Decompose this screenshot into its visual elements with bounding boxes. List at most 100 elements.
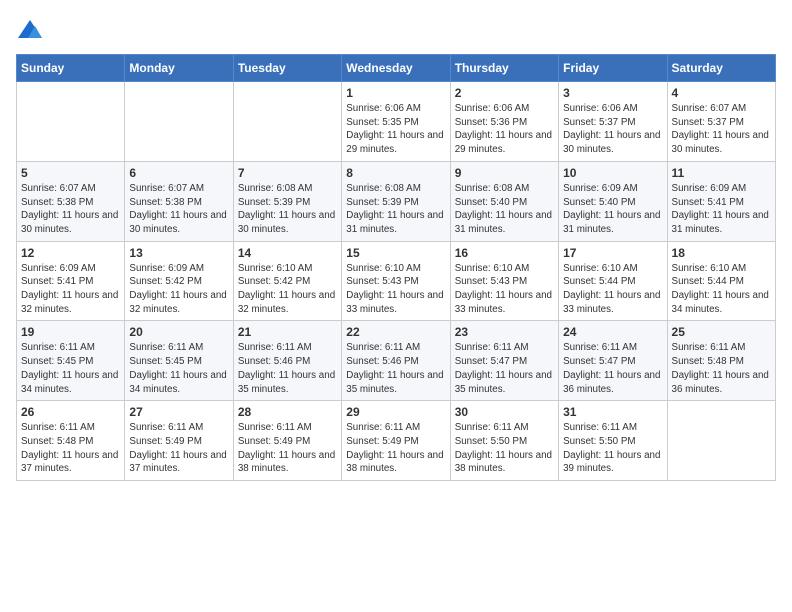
col-header-sunday: Sunday (17, 55, 125, 82)
col-header-thursday: Thursday (450, 55, 558, 82)
col-header-wednesday: Wednesday (342, 55, 450, 82)
calendar-cell (667, 401, 775, 481)
cell-info: Sunrise: 6:10 AMSunset: 5:43 PMDaylight:… (346, 262, 445, 317)
calendar-cell: 25 Sunrise: 6:11 AMSunset: 5:48 PMDayligh… (667, 321, 775, 401)
cell-info: Sunrise: 6:07 AMSunset: 5:37 PMDaylight:… (672, 102, 771, 157)
calendar-cell: 11 Sunrise: 6:09 AMSunset: 5:41 PMDayligh… (667, 161, 775, 241)
calendar-cell: 12Sunrise: 6:09 AMSunset: 5:41 PMDayligh… (17, 241, 125, 321)
day-number: 9 (455, 166, 554, 180)
page-header (16, 16, 776, 44)
cell-info: Sunrise: 6:09 AMSunset: 5:40 PMDaylight:… (563, 182, 662, 237)
col-header-friday: Friday (559, 55, 667, 82)
day-number: 22 (346, 325, 445, 339)
day-number: 13 (129, 246, 228, 260)
day-number: 18 (672, 246, 771, 260)
day-number: 14 (238, 246, 337, 260)
cell-info: Sunrise: 6:11 AMSunset: 5:47 PMDaylight:… (563, 341, 662, 396)
calendar-table: SundayMondayTuesdayWednesdayThursdayFrid… (16, 54, 776, 481)
logo (16, 16, 48, 44)
calendar-cell: 15 Sunrise: 6:10 AMSunset: 5:43 PMDayligh… (342, 241, 450, 321)
day-number: 24 (563, 325, 662, 339)
calendar-cell: 3Sunrise: 6:06 AMSunset: 5:37 PMDaylight… (559, 82, 667, 162)
calendar-week-2: 12Sunrise: 6:09 AMSunset: 5:41 PMDayligh… (17, 241, 776, 321)
calendar-cell: 9Sunrise: 6:08 AMSunset: 5:40 PMDaylight… (450, 161, 558, 241)
cell-info: Sunrise: 6:11 AMSunset: 5:50 PMDaylight:… (563, 421, 662, 476)
calendar-cell: 13 Sunrise: 6:09 AMSunset: 5:42 PMDayligh… (125, 241, 233, 321)
day-number: 25 (672, 325, 771, 339)
calendar-cell: 22 Sunrise: 6:11 AMSunset: 5:46 PMDayligh… (342, 321, 450, 401)
day-number: 26 (21, 405, 120, 419)
calendar-cell: 29Sunrise: 6:11 AMSunset: 5:49 PMDayligh… (342, 401, 450, 481)
cell-info: Sunrise: 6:08 AMSunset: 5:39 PMDaylight:… (346, 182, 445, 237)
calendar-cell: 27Sunrise: 6:11 AMSunset: 5:49 PMDayligh… (125, 401, 233, 481)
calendar-week-4: 26 Sunrise: 6:11 AMSunset: 5:48 PMDayligh… (17, 401, 776, 481)
day-number: 1 (346, 86, 445, 100)
calendar-cell: 23Sunrise: 6:11 AMSunset: 5:47 PMDayligh… (450, 321, 558, 401)
logo-icon (16, 16, 44, 44)
calendar-cell: 8 Sunrise: 6:08 AMSunset: 5:39 PMDaylight… (342, 161, 450, 241)
calendar-cell (233, 82, 341, 162)
calendar-cell: 7 Sunrise: 6:08 AMSunset: 5:39 PMDaylight… (233, 161, 341, 241)
calendar-week-3: 19Sunrise: 6:11 AMSunset: 5:45 PMDayligh… (17, 321, 776, 401)
day-number: 7 (238, 166, 337, 180)
cell-info: Sunrise: 6:07 AMSunset: 5:38 PMDaylight:… (129, 182, 228, 237)
day-number: 31 (563, 405, 662, 419)
day-number: 10 (563, 166, 662, 180)
calendar-cell: 20 Sunrise: 6:11 AMSunset: 5:45 PMDayligh… (125, 321, 233, 401)
calendar-cell: 24 Sunrise: 6:11 AMSunset: 5:47 PMDayligh… (559, 321, 667, 401)
cell-info: Sunrise: 6:10 AMSunset: 5:43 PMDaylight:… (455, 262, 554, 317)
cell-info: Sunrise: 6:10 AMSunset: 5:44 PMDaylight:… (672, 262, 771, 317)
day-number: 4 (672, 86, 771, 100)
cell-info: Sunrise: 6:10 AMSunset: 5:42 PMDaylight:… (238, 262, 337, 317)
col-header-monday: Monday (125, 55, 233, 82)
cell-info: Sunrise: 6:11 AMSunset: 5:45 PMDaylight:… (129, 341, 228, 396)
cell-info: Sunrise: 6:11 AMSunset: 5:46 PMDaylight:… (238, 341, 337, 396)
cell-info: Sunrise: 6:07 AMSunset: 5:38 PMDaylight:… (21, 182, 120, 237)
cell-info: Sunrise: 6:06 AMSunset: 5:37 PMDaylight:… (563, 102, 662, 157)
cell-info: Sunrise: 6:08 AMSunset: 5:39 PMDaylight:… (238, 182, 337, 237)
calendar-week-0: 1 Sunrise: 6:06 AMSunset: 5:35 PMDaylight… (17, 82, 776, 162)
day-number: 5 (21, 166, 120, 180)
calendar-cell: 30Sunrise: 6:11 AMSunset: 5:50 PMDayligh… (450, 401, 558, 481)
cell-info: Sunrise: 6:11 AMSunset: 5:45 PMDaylight:… (21, 341, 120, 396)
day-number: 21 (238, 325, 337, 339)
cell-info: Sunrise: 6:09 AMSunset: 5:41 PMDaylight:… (672, 182, 771, 237)
calendar-cell (17, 82, 125, 162)
cell-info: Sunrise: 6:09 AMSunset: 5:42 PMDaylight:… (129, 262, 228, 317)
calendar-cell: 26 Sunrise: 6:11 AMSunset: 5:48 PMDayligh… (17, 401, 125, 481)
day-number: 15 (346, 246, 445, 260)
cell-info: Sunrise: 6:11 AMSunset: 5:49 PMDaylight:… (238, 421, 337, 476)
calendar-cell: 19Sunrise: 6:11 AMSunset: 5:45 PMDayligh… (17, 321, 125, 401)
calendar-cell: 2 Sunrise: 6:06 AMSunset: 5:36 PMDaylight… (450, 82, 558, 162)
calendar-cell (125, 82, 233, 162)
day-number: 27 (129, 405, 228, 419)
cell-info: Sunrise: 6:06 AMSunset: 5:36 PMDaylight:… (455, 102, 554, 157)
cell-info: Sunrise: 6:06 AMSunset: 5:35 PMDaylight:… (346, 102, 445, 157)
day-number: 20 (129, 325, 228, 339)
day-number: 8 (346, 166, 445, 180)
day-number: 28 (238, 405, 337, 419)
cell-info: Sunrise: 6:11 AMSunset: 5:48 PMDaylight:… (21, 421, 120, 476)
calendar-cell: 4 Sunrise: 6:07 AMSunset: 5:37 PMDaylight… (667, 82, 775, 162)
cell-info: Sunrise: 6:11 AMSunset: 5:48 PMDaylight:… (672, 341, 771, 396)
cell-info: Sunrise: 6:11 AMSunset: 5:49 PMDaylight:… (346, 421, 445, 476)
calendar-week-1: 5 Sunrise: 6:07 AMSunset: 5:38 PMDaylight… (17, 161, 776, 241)
day-number: 6 (129, 166, 228, 180)
calendar-cell: 28 Sunrise: 6:11 AMSunset: 5:49 PMDayligh… (233, 401, 341, 481)
day-number: 16 (455, 246, 554, 260)
day-number: 11 (672, 166, 771, 180)
calendar-cell: 14 Sunrise: 6:10 AMSunset: 5:42 PMDayligh… (233, 241, 341, 321)
calendar-cell: 16 Sunrise: 6:10 AMSunset: 5:43 PMDayligh… (450, 241, 558, 321)
calendar-cell: 31 Sunrise: 6:11 AMSunset: 5:50 PMDayligh… (559, 401, 667, 481)
calendar-cell: 17Sunrise: 6:10 AMSunset: 5:44 PMDayligh… (559, 241, 667, 321)
cell-info: Sunrise: 6:09 AMSunset: 5:41 PMDaylight:… (21, 262, 120, 317)
col-header-tuesday: Tuesday (233, 55, 341, 82)
day-number: 2 (455, 86, 554, 100)
cell-info: Sunrise: 6:11 AMSunset: 5:50 PMDaylight:… (455, 421, 554, 476)
calendar-header-row: SundayMondayTuesdayWednesdayThursdayFrid… (17, 55, 776, 82)
calendar-cell: 10 Sunrise: 6:09 AMSunset: 5:40 PMDayligh… (559, 161, 667, 241)
cell-info: Sunrise: 6:11 AMSunset: 5:47 PMDaylight:… (455, 341, 554, 396)
calendar-cell: 5 Sunrise: 6:07 AMSunset: 5:38 PMDaylight… (17, 161, 125, 241)
cell-info: Sunrise: 6:11 AMSunset: 5:46 PMDaylight:… (346, 341, 445, 396)
col-header-saturday: Saturday (667, 55, 775, 82)
